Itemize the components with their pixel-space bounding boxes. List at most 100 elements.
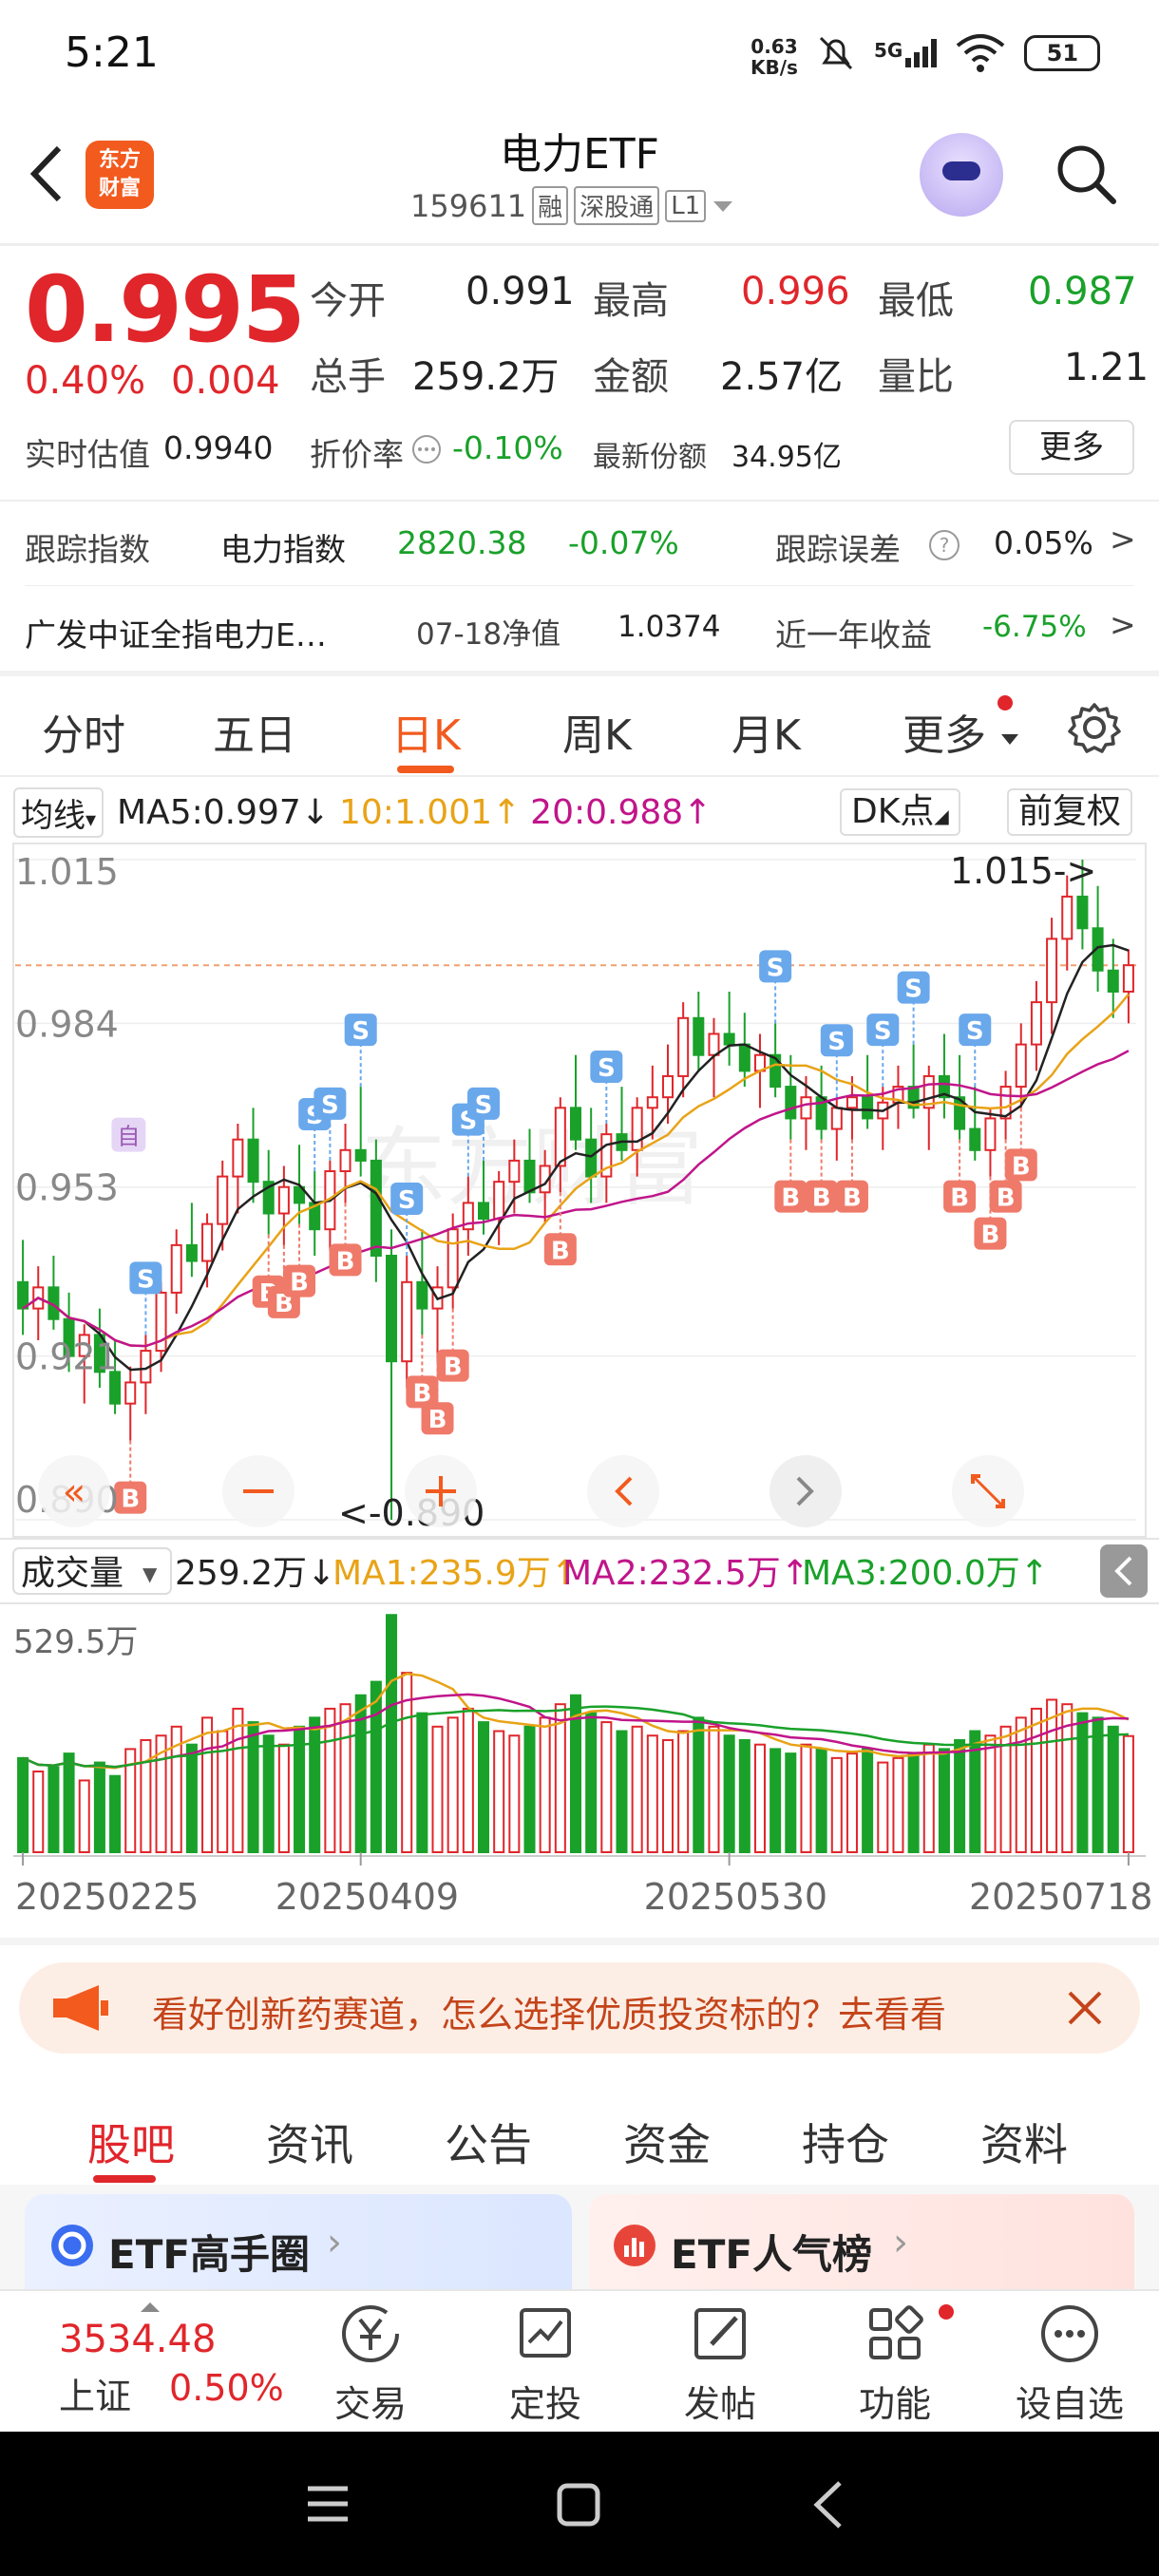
- buy-mark: B: [835, 1180, 868, 1213]
- price-tick-label: 0.953: [15, 1167, 119, 1209]
- volume-bar: [1122, 1734, 1134, 1854]
- buy-mark: B: [114, 1481, 147, 1514]
- period-high-label: 1.015->: [950, 850, 1096, 892]
- candle-body: [661, 1074, 674, 1099]
- candle-body: [631, 1107, 643, 1151]
- volume-bar: [677, 1730, 690, 1853]
- megaphone-icon: [53, 1985, 108, 2031]
- candle-body: [1061, 895, 1074, 940]
- nav-watchlist-label: 设自选: [1015, 2383, 1124, 2425]
- mark-letter: B: [950, 1184, 969, 1213]
- mark-letter: B: [981, 1222, 1000, 1250]
- date-tick-label: 20250530: [644, 1876, 827, 1918]
- vol-ma1: MA1:235.9万↑: [332, 1554, 580, 1593]
- mark-letter: B: [1012, 1152, 1031, 1181]
- candle-body: [585, 1138, 598, 1178]
- buy-mark: B: [974, 1217, 1007, 1250]
- feature-cards: ETF高手圈 › ETF人气榜 ›: [0, 2185, 1159, 2291]
- close-icon[interactable]: [1064, 1987, 1106, 2029]
- volume-bar: [140, 1738, 152, 1853]
- sell-mark: S: [390, 1183, 424, 1215]
- mark-letter: S: [137, 1265, 155, 1294]
- sell-mark: S: [820, 1024, 853, 1057]
- volume-bar: [1030, 1707, 1042, 1853]
- volume-bar: [185, 1743, 198, 1853]
- tab-forum[interactable]: 股吧: [87, 2111, 175, 2173]
- promo-banner[interactable]: 看好创新药赛道，怎么选择优质投资标的？去看看: [19, 1962, 1140, 2054]
- tab-holdings[interactable]: 持仓: [802, 2111, 889, 2173]
- menu-icon[interactable]: [304, 2483, 352, 2525]
- price-tick-label: 0.984: [15, 1003, 119, 1045]
- volume-bar: [862, 1748, 874, 1853]
- zoom-in-button[interactable]: [405, 1455, 477, 1527]
- volume-bar: [277, 1743, 290, 1853]
- home-icon[interactable]: [555, 2481, 602, 2529]
- volume-bar: [846, 1752, 858, 1853]
- volume-bar: [462, 1707, 474, 1853]
- volume-bar: [646, 1734, 658, 1853]
- volume-bar: [48, 1766, 60, 1853]
- sell-mark: S: [344, 1013, 377, 1047]
- volume-bar: [324, 1707, 336, 1853]
- candle-body: [201, 1222, 214, 1262]
- market-index-widget[interactable]: 3534.48 上证 0.50%: [59, 2302, 287, 2419]
- volume-bar: [416, 1712, 428, 1853]
- promo-text: 看好创新药赛道，怎么选择优质投资标的？去看看: [152, 1994, 947, 2036]
- zoom-out-button[interactable]: [222, 1455, 294, 1527]
- volume-bar: [954, 1738, 966, 1853]
- tab-funds[interactable]: 资金: [623, 2111, 711, 2173]
- tab-announcements[interactable]: 公告: [445, 2111, 532, 2173]
- volume-bar: [877, 1761, 889, 1853]
- nav-features[interactable]: 功能: [838, 2301, 952, 2427]
- candle-body: [1030, 1001, 1042, 1046]
- candle-body: [969, 1127, 981, 1151]
- date-tick-label: 20250225: [15, 1876, 199, 1918]
- collapse-panel-button[interactable]: [1100, 1544, 1148, 1598]
- date-tick-label: 20250718: [969, 1876, 1152, 1918]
- candle-body: [401, 1280, 413, 1363]
- caret-up-icon: [141, 2302, 160, 2312]
- volume-bar: [1015, 1716, 1027, 1853]
- volume-bar: [693, 1716, 705, 1853]
- nav-invest[interactable]: 定投: [488, 2301, 602, 2427]
- etf-ranking-card[interactable]: ETF人气榜 ›: [589, 2194, 1134, 2291]
- system-back-icon[interactable]: [809, 2479, 847, 2530]
- nav-post[interactable]: 发帖: [663, 2301, 777, 2427]
- volume-bar: [770, 1748, 782, 1853]
- tab-profile[interactable]: 资料: [980, 2111, 1068, 2173]
- candle-body: [354, 1148, 367, 1162]
- volume-bar: [800, 1743, 812, 1853]
- candle-body: [1046, 938, 1058, 1004]
- volume-bar: [539, 1716, 551, 1853]
- volume-selector-label: 成交量: [21, 1554, 124, 1593]
- candle-body: [247, 1138, 259, 1184]
- volume-bar: [17, 1756, 29, 1853]
- etf-expert-card[interactable]: ETF高手圈 ›: [25, 2194, 572, 2291]
- sell-mark: S: [314, 1087, 347, 1120]
- candle-body: [277, 1185, 290, 1215]
- index-value: 3534.48: [59, 2318, 217, 2361]
- fullscreen-button[interactable]: [952, 1455, 1024, 1527]
- edit-icon: [694, 2308, 746, 2359]
- volume-bar: [339, 1703, 352, 1853]
- candle-body: [370, 1159, 382, 1258]
- scroll-left-button[interactable]: [587, 1455, 659, 1527]
- tab-news[interactable]: 资讯: [266, 2111, 353, 2173]
- svg-text:«: «: [63, 1470, 86, 1514]
- buy-mark: B: [329, 1243, 362, 1277]
- nav-watchlist[interactable]: 设自选: [1013, 2301, 1127, 2427]
- volume-bar: [892, 1756, 904, 1853]
- vol-ma2: MA2:232.5万↑: [562, 1554, 809, 1593]
- mark-letter: B: [444, 1354, 463, 1382]
- vol-ma3-value: MA3:200.0万: [802, 1554, 1020, 1593]
- volume-bar: [922, 1743, 935, 1853]
- mark-letter: B: [812, 1184, 831, 1213]
- zoom-far-left-button[interactable]: «: [38, 1455, 110, 1527]
- volume-bar: [616, 1730, 628, 1853]
- nav-trade[interactable]: 交易: [314, 2301, 428, 2427]
- buy-mark: B: [805, 1180, 838, 1213]
- candle-body: [493, 1181, 505, 1221]
- kline-chart[interactable]: 东方财富 BBBBBBBBBBBBBBBBSSSSSSSSSSSSS自 1.01…: [0, 0, 1159, 1957]
- scroll-right-button[interactable]: [770, 1455, 842, 1527]
- candle-body: [1107, 969, 1119, 994]
